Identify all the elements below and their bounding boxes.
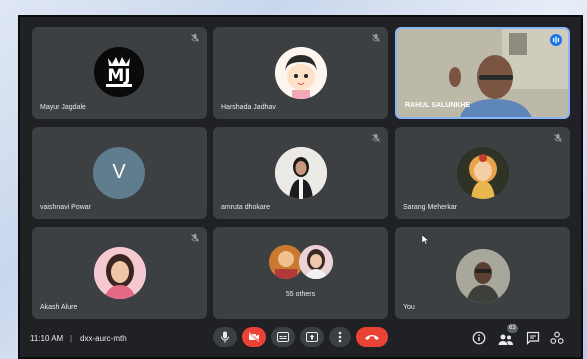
participant-tile-rahul[interactable]: RAHUL SALUNKHE xyxy=(395,27,570,119)
participant-name: You xyxy=(403,304,415,311)
avatar-initial: V xyxy=(112,161,126,183)
chat-icon xyxy=(526,331,540,345)
speaking-icon xyxy=(550,34,562,46)
photo-avatar-icon xyxy=(299,245,333,279)
photo-avatar-icon xyxy=(94,247,146,299)
more-options-button[interactable] xyxy=(329,327,351,347)
avatar xyxy=(94,247,146,299)
mouse-cursor-icon xyxy=(422,235,430,245)
captions-button[interactable] xyxy=(271,327,295,347)
separator: | xyxy=(70,334,73,343)
mic-off-icon xyxy=(191,34,199,42)
mic-off-icon xyxy=(554,134,562,142)
more-icon xyxy=(338,331,342,343)
cartoon-girl-avatar-icon xyxy=(275,47,327,99)
present-icon xyxy=(306,332,318,342)
present-button[interactable] xyxy=(300,327,324,347)
others-avatar-2 xyxy=(299,245,333,279)
activities-button[interactable] xyxy=(550,331,564,345)
people-button[interactable]: 63 xyxy=(498,324,518,347)
others-avatar-1 xyxy=(269,245,303,279)
participant-name: Harshada Jadhav xyxy=(221,104,276,111)
leave-call-button[interactable] xyxy=(356,327,388,347)
camera-toggle-button[interactable] xyxy=(242,327,266,347)
participant-name: Sarang Meherkar xyxy=(403,204,458,211)
captions-icon xyxy=(277,332,289,342)
camera-off-icon xyxy=(248,332,260,342)
participant-count-badge: 63 xyxy=(507,324,518,333)
self-tile[interactable]: You xyxy=(395,227,570,319)
bottom-bar: 11:10 AM | dxx-aurc-mth 63 xyxy=(20,319,581,357)
hangup-icon xyxy=(365,335,379,340)
clock: 11:10 AM xyxy=(30,334,64,343)
mic-icon xyxy=(221,331,229,343)
participant-tile-vaishnavi[interactable]: V vaishnavi Powar xyxy=(32,127,207,219)
info-button[interactable] xyxy=(472,331,486,345)
photo-avatar-icon xyxy=(275,147,327,199)
activities-icon xyxy=(550,331,564,344)
participant-name: amruta dhokare xyxy=(221,204,271,211)
avatar xyxy=(457,147,509,199)
meet-window: MJ Mayur Jagdale Harshada Jadhav RAHUL S… xyxy=(20,17,581,357)
info-icon xyxy=(472,331,486,345)
avatar-initials: MJ xyxy=(107,66,131,86)
participant-tile-harshada[interactable]: Harshada Jadhav xyxy=(213,27,388,119)
others-count: 55 others xyxy=(285,291,316,298)
participant-tile-amruta[interactable]: amruta dhokare xyxy=(213,127,388,219)
participant-name: Mayur Jagdale xyxy=(40,104,86,111)
avatar: MJ xyxy=(94,47,144,97)
participant-name: Akash Alure xyxy=(40,304,78,311)
participant-name: RAHUL SALUNKHE xyxy=(405,102,471,109)
mic-off-icon xyxy=(372,34,380,42)
avatar: V xyxy=(93,147,145,199)
participant-tile-mayur[interactable]: MJ Mayur Jagdale xyxy=(32,27,207,119)
participant-name: vaishnavi Powar xyxy=(40,204,91,211)
chat-button[interactable] xyxy=(526,331,540,345)
photo-avatar-icon xyxy=(269,245,303,279)
mic-off-icon xyxy=(372,134,380,142)
avatar xyxy=(456,249,510,303)
mic-off-icon xyxy=(191,234,199,242)
self-video-thumbnail xyxy=(456,249,510,303)
deity-avatar-icon xyxy=(457,147,509,199)
participant-tile-akash[interactable]: Akash Alure xyxy=(32,227,207,319)
meeting-code: dxx-aurc-mth xyxy=(80,334,127,343)
people-icon xyxy=(498,334,513,345)
others-tile[interactable]: 55 others xyxy=(213,227,388,319)
participant-tile-sarang[interactable]: Sarang Meherkar xyxy=(395,127,570,219)
avatar xyxy=(275,147,327,199)
avatar xyxy=(275,47,327,99)
mic-button[interactable] xyxy=(213,327,237,347)
